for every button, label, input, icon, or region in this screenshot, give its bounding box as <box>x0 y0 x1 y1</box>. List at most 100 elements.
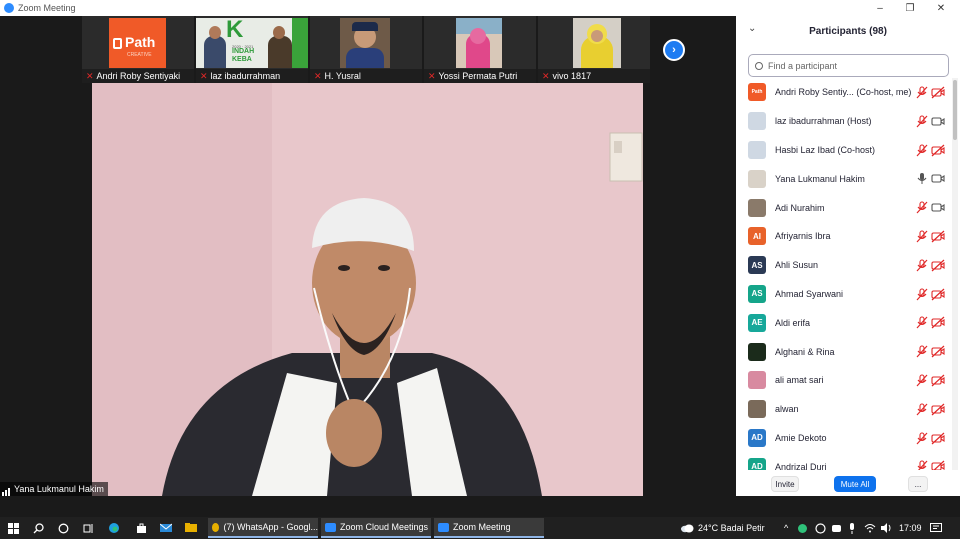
windows-start-icon[interactable] <box>2 517 24 539</box>
avatar <box>748 198 766 217</box>
taskbar-app-label: Zoom Meeting <box>453 522 511 532</box>
avatar <box>748 371 766 390</box>
video-off-icon[interactable] <box>931 432 945 445</box>
video-thumbnail[interactable]: Path CREATIVE ✕ Andri Roby Sentiyaki <box>82 16 194 83</box>
weather-widget[interactable]: 24°C Badai Petir <box>680 517 765 539</box>
show-hidden-icons[interactable]: ^ <box>784 517 788 539</box>
participant-row[interactable]: ali amat sari <box>736 366 952 395</box>
participant-name: Hasbi Laz Ibad (Co-host) <box>775 144 876 155</box>
video-off-icon[interactable] <box>931 259 945 272</box>
participants-title: Participants (98) <box>809 25 887 37</box>
muted-mic-icon[interactable] <box>916 288 928 301</box>
participant-list-scrollbar[interactable] <box>952 78 958 470</box>
participant-row[interactable]: AD Andrizal Duri <box>736 452 952 470</box>
video-icon[interactable] <box>931 201 945 214</box>
active-speaker-video <box>92 83 643 496</box>
mail-icon[interactable] <box>155 517 177 539</box>
muted-mic-icon[interactable] <box>916 115 928 128</box>
active-speaker-label: Yana Lukmanul Hakim <box>0 482 108 496</box>
file-explorer-icon[interactable] <box>180 517 202 539</box>
task-view-icon[interactable] <box>77 517 99 539</box>
video-off-icon[interactable] <box>931 86 945 99</box>
scrollbar-thumb[interactable] <box>953 80 957 140</box>
avatar <box>748 400 766 419</box>
video-feed <box>340 18 390 68</box>
muted-mic-icon[interactable] <box>916 432 928 445</box>
cortana-icon[interactable] <box>52 517 74 539</box>
participant-row[interactable]: AD Amie Dekoto <box>736 424 952 453</box>
microphone-tray-icon[interactable] <box>848 517 856 539</box>
participant-search[interactable] <box>748 54 949 77</box>
mic-icon[interactable] <box>916 172 928 185</box>
muted-mic-icon[interactable] <box>916 201 928 214</box>
taskbar-app-whatsapp[interactable]: (7) WhatsApp - Googl... <box>208 518 318 538</box>
zoom-tray-icon[interactable] <box>831 517 842 539</box>
banner-logo: K <box>226 16 244 43</box>
whatsapp-tray-icon[interactable] <box>815 517 826 539</box>
muted-mic-icon[interactable] <box>916 259 928 272</box>
avatar: AS <box>748 284 766 303</box>
video-thumbnail[interactable]: ✕ Yossi Permata Putri <box>424 16 536 83</box>
wifi-icon[interactable] <box>864 517 876 539</box>
search-icon[interactable] <box>27 517 49 539</box>
maximize-button[interactable]: ❐ <box>895 0 925 16</box>
volume-icon[interactable] <box>880 517 892 539</box>
notifications-icon[interactable] <box>930 517 942 539</box>
participant-name: Andrizal Duri <box>775 461 827 470</box>
video-icon[interactable] <box>931 172 945 185</box>
next-page-button[interactable]: › <box>663 39 685 61</box>
participant-row[interactable]: AS Ahli Susun <box>736 251 952 280</box>
video-off-icon[interactable] <box>931 403 945 416</box>
participant-row[interactable]: Adi Nurahim <box>736 193 952 222</box>
search-input[interactable] <box>768 60 938 71</box>
participant-row[interactable]: alwan <box>736 395 952 424</box>
video-feed <box>573 18 621 68</box>
muted-mic-icon[interactable] <box>916 403 928 416</box>
video-off-icon[interactable] <box>931 144 945 157</box>
muted-mic-icon[interactable] <box>916 144 928 157</box>
minimize-button[interactable]: – <box>865 0 895 16</box>
clock[interactable]: 17:09 <box>899 517 922 539</box>
participant-name: Ahmad Syarwani <box>775 288 844 299</box>
muted-mic-icon: ✕ <box>86 71 94 81</box>
participant-row[interactable]: AS Ahmad Syarwani <box>736 280 952 309</box>
participant-row[interactable]: Hasbi Laz Ibad (Co-host) <box>736 136 952 165</box>
video-icon[interactable] <box>931 115 945 128</box>
video-off-icon[interactable] <box>931 288 945 301</box>
zoom-icon <box>438 522 449 532</box>
muted-mic-icon[interactable] <box>916 460 928 470</box>
video-off-icon[interactable] <box>931 345 945 358</box>
participant-row[interactable]: Yana Lukmanul Hakim <box>736 164 952 193</box>
muted-mic-icon[interactable] <box>916 345 928 358</box>
participant-row[interactable]: laz ibadurrahman (Host) <box>736 107 952 136</box>
muted-mic-icon[interactable] <box>916 230 928 243</box>
video-off-icon[interactable] <box>931 230 945 243</box>
video-thumbnail[interactable]: ✕ H. Yusral <box>310 16 422 83</box>
store-icon[interactable] <box>130 517 152 539</box>
video-off-icon[interactable] <box>931 316 945 329</box>
muted-mic-icon[interactable] <box>916 316 928 329</box>
panel-header: ⌄ Participants (98) <box>736 16 960 46</box>
video-off-icon[interactable] <box>931 374 945 387</box>
participant-row[interactable]: Path Andri Roby Sentiy... (Co-host, me) <box>736 78 952 107</box>
collapse-panel-icon[interactable]: ⌄ <box>748 23 756 34</box>
edge-browser-icon[interactable] <box>103 517 125 539</box>
close-button[interactable]: ✕ <box>926 0 956 16</box>
participant-row[interactable]: AE Aldi erifa <box>736 308 952 337</box>
thumbnail-caption: ✕ H. Yusral <box>310 69 422 83</box>
cloud-icon <box>681 524 694 533</box>
tray-app-icon[interactable] <box>797 517 808 539</box>
more-options-button[interactable]: ... <box>908 476 928 492</box>
taskbar-app-zoom-meeting[interactable]: Zoom Meeting <box>434 518 544 538</box>
mute-all-button[interactable]: Mute All <box>834 476 876 492</box>
participant-row[interactable]: Alghani & Rina <box>736 337 952 366</box>
muted-mic-icon[interactable] <box>916 374 928 387</box>
video-thumbnail[interactable]: K 2020 · 2021 INDAH KEBA ✕ laz ibadurrahm… <box>196 16 308 83</box>
participant-row[interactable]: AI Afriyarnis Ibra <box>736 222 952 251</box>
video-thumbnail[interactable]: ✕ vivo 1817 <box>538 16 650 83</box>
taskbar-app-zoom-cloud[interactable]: Zoom Cloud Meetings <box>321 518 431 538</box>
video-off-icon[interactable] <box>931 460 945 470</box>
muted-mic-icon[interactable] <box>916 86 928 99</box>
banner-text-2: KEBA <box>232 56 252 63</box>
invite-button[interactable]: Invite <box>771 476 799 492</box>
